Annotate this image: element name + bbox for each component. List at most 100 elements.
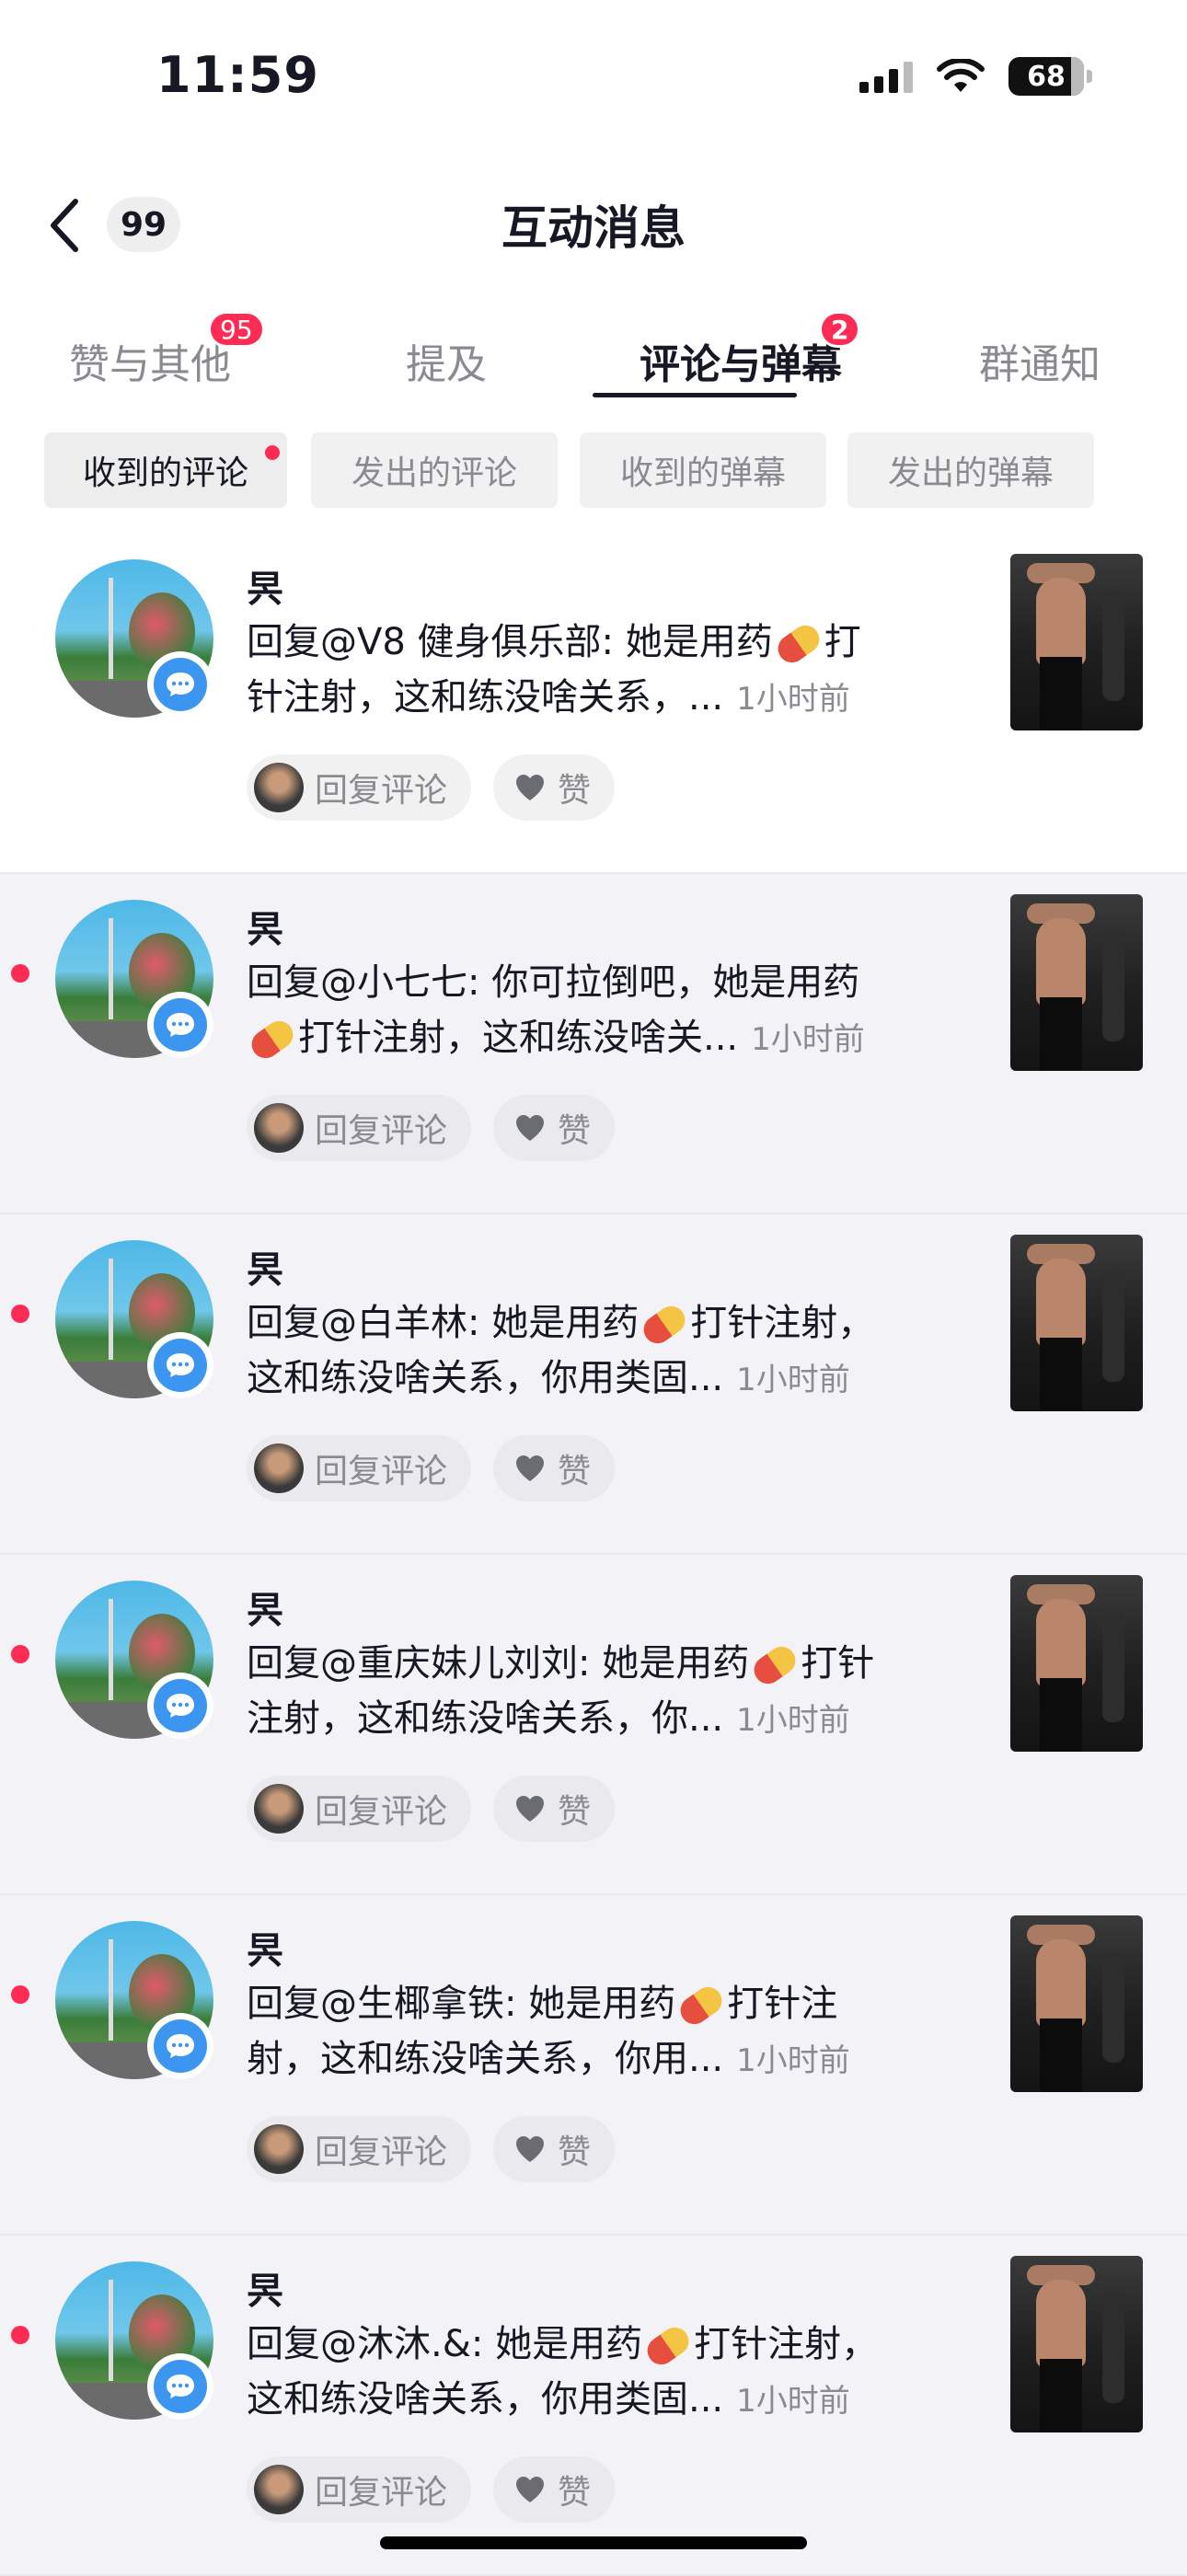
- comment-text[interactable]: 回复@重庆妹儿刘刘: 她是用药 打针 注射，这和练没啥关系，你... 1小时前: [247, 1636, 928, 1748]
- like-button[interactable]: 赞: [493, 1435, 616, 1501]
- reply-comment-button[interactable]: 回复评论: [247, 1776, 472, 1842]
- tab-badge: 2: [819, 311, 861, 348]
- notification-item[interactable]: 昗回复@重庆妹儿刘刘: 她是用药 打针 注射，这和练没啥关系，你... 1小时前 回复评…: [0, 1555, 1187, 1895]
- like-button[interactable]: 赞: [493, 754, 616, 821]
- my-avatar: [254, 1784, 304, 1834]
- page-title: 互动消息: [501, 201, 686, 255]
- comment-text-part: 注射，这和练没啥关系，你...: [247, 1697, 724, 1740]
- username[interactable]: 昗: [247, 1921, 283, 1974]
- notification-item[interactable]: 昗回复@沐沐.&: 她是用药 打针注射， 这和练没啥关系，你用类固... 1小时前回复…: [0, 2236, 1187, 2576]
- heart-icon: [516, 2477, 545, 2502]
- wifi-icon: [937, 59, 985, 92]
- tab-likes-and-others[interactable]: 赞与其他 95: [53, 311, 265, 407]
- reply-label: 回复评论: [315, 2133, 448, 2171]
- pill-emoji-icon: [246, 1015, 299, 1064]
- reply-comment-button[interactable]: 回复评论: [247, 2456, 472, 2523]
- pill-emoji-icon: [772, 619, 824, 669]
- comment-badge: [147, 992, 213, 1058]
- status-bar: 11:59 68: [0, 0, 1187, 156]
- username[interactable]: 昗: [247, 2261, 283, 2315]
- heart-icon: [516, 2136, 545, 2162]
- notification-item[interactable]: 昗回复@小七七: 你可拉倒吧，她是用药 打针注射，这和练没啥关... 1小时前回复评…: [0, 874, 1187, 1214]
- username[interactable]: 昗: [247, 1581, 283, 1634]
- like-button[interactable]: 赞: [493, 2116, 616, 2182]
- chip-label: 发出的评论: [351, 454, 517, 492]
- my-avatar: [254, 2124, 304, 2174]
- reply-comment-button[interactable]: 回复评论: [247, 1435, 472, 1501]
- tab-bar: 赞与其他 95 提及 评论与弹幕 2 群通知: [0, 294, 1187, 423]
- comment-actions: 回复评论 赞: [247, 1776, 616, 1842]
- like-button[interactable]: 赞: [493, 1776, 616, 1842]
- timestamp: 1小时前: [736, 1702, 850, 1739]
- like-label: 赞: [558, 1793, 592, 1831]
- video-thumbnail[interactable]: [1010, 2256, 1143, 2432]
- like-button[interactable]: 赞: [493, 1095, 616, 1161]
- comment-text[interactable]: 回复@生椰拿铁: 她是用药 打针注 射，这和练没啥关系，你用... 1小时前: [247, 1976, 928, 2088]
- comment-text[interactable]: 回复@白羊林: 她是用药 打针注射， 这和练没啥关系，你用类固... 1小时前: [247, 1295, 928, 1408]
- tab-group-notices[interactable]: 群通知: [957, 315, 1123, 407]
- pill-emoji-icon: [641, 2321, 695, 2371]
- filter-sent-comments[interactable]: 发出的评论: [311, 432, 558, 508]
- unread-dot: [11, 1985, 29, 2004]
- comment-text-part: 回复@重庆妹儿刘刘: 她是用药: [247, 1642, 750, 1685]
- comment-bubble-icon: [167, 1694, 194, 1718]
- battery-icon: 68: [1008, 57, 1092, 96]
- heart-icon: [516, 1115, 545, 1141]
- username[interactable]: 昗: [247, 900, 283, 953]
- username[interactable]: 昗: [247, 1240, 283, 1294]
- comment-text-part: 射，这和练没啥关系，你用...: [247, 2038, 724, 2080]
- chip-label: 收到的评论: [82, 454, 248, 492]
- notification-item[interactable]: 昗回复@V8 健身俱乐部: 她是用药 打针注射，这和练没啥关系，... 1小时前回复…: [0, 534, 1187, 874]
- filter-received-comments[interactable]: 收到的评论: [44, 432, 287, 508]
- reply-label: 回复评论: [315, 1112, 448, 1150]
- timestamp: 1小时前: [736, 1362, 850, 1398]
- unread-dot: [11, 2326, 29, 2344]
- comment-text[interactable]: 回复@V8 健身俱乐部: 她是用药 打针注射，这和练没啥关系，... 1小时前: [247, 615, 928, 727]
- notification-item[interactable]: 昗回复@白羊林: 她是用药 打针注射， 这和练没啥关系，你用类固... 1小时前 回复评…: [0, 1214, 1187, 1555]
- reply-comment-button[interactable]: 回复评论: [247, 1095, 472, 1161]
- timestamp: 1小时前: [751, 1021, 865, 1058]
- video-thumbnail[interactable]: [1010, 1915, 1143, 2092]
- notification-item[interactable]: 昗回复@生椰拿铁: 她是用药 打针注 射，这和练没啥关系，你用... 1小时前回复评论…: [0, 1895, 1187, 2236]
- filter-received-danmaku[interactable]: 收到的弹幕: [580, 432, 826, 508]
- comment-badge: [147, 2353, 213, 2420]
- comment-text-part: 打: [824, 621, 861, 663]
- video-thumbnail[interactable]: [1010, 554, 1143, 730]
- tab-mentions[interactable]: 提及: [368, 315, 524, 407]
- comment-text[interactable]: 回复@沐沐.&: 她是用药 打针注射， 这和练没啥关系，你用类固... 1小时前: [247, 2317, 928, 2429]
- reply-comment-button[interactable]: 回复评论: [247, 2116, 472, 2182]
- like-label: 赞: [558, 1112, 592, 1150]
- tab-badge: 95: [208, 311, 265, 348]
- battery-level: 68: [1027, 60, 1066, 93]
- comment-bubble-icon: [167, 673, 194, 696]
- unread-dot: [265, 445, 280, 460]
- video-thumbnail[interactable]: [1010, 894, 1143, 1071]
- reply-comment-button[interactable]: 回复评论: [247, 754, 472, 821]
- my-avatar: [254, 763, 304, 812]
- like-label: 赞: [558, 2133, 592, 2171]
- tab-label: 赞与其他: [69, 341, 231, 388]
- chip-label: 发出的弹幕: [887, 454, 1054, 492]
- username[interactable]: 昗: [247, 559, 283, 613]
- pill-emoji-icon: [638, 1300, 691, 1350]
- comment-text[interactable]: 回复@小七七: 你可拉倒吧，她是用药 打针注射，这和练没啥关... 1小时前: [246, 955, 928, 1067]
- filter-sent-danmaku[interactable]: 发出的弹幕: [847, 432, 1094, 508]
- reply-label: 回复评论: [315, 772, 448, 810]
- heart-icon: [516, 1796, 545, 1822]
- comment-badge: [147, 2013, 213, 2079]
- comment-text-part: 打针注射，: [690, 1302, 875, 1344]
- comment-text-part: 回复@白羊林: 她是用药: [247, 1302, 640, 1344]
- comment-actions: 回复评论 赞: [247, 2456, 616, 2523]
- video-thumbnail[interactable]: [1010, 1235, 1143, 1411]
- timestamp: 1小时前: [736, 2383, 850, 2420]
- comment-bubble-icon: [167, 2375, 194, 2398]
- video-thumbnail[interactable]: [1010, 1575, 1143, 1752]
- status-time: 11:59: [156, 46, 319, 104]
- home-indicator: [380, 2536, 807, 2549]
- unread-dot: [11, 1645, 29, 1663]
- comment-text-part: 回复@生椰拿铁: 她是用药: [247, 1983, 676, 2025]
- like-button[interactable]: 赞: [493, 2456, 616, 2523]
- comment-actions: 回复评论 赞: [247, 754, 616, 821]
- reply-label: 回复评论: [315, 2474, 448, 2512]
- comment-text-part: 打针注射，: [694, 2323, 879, 2365]
